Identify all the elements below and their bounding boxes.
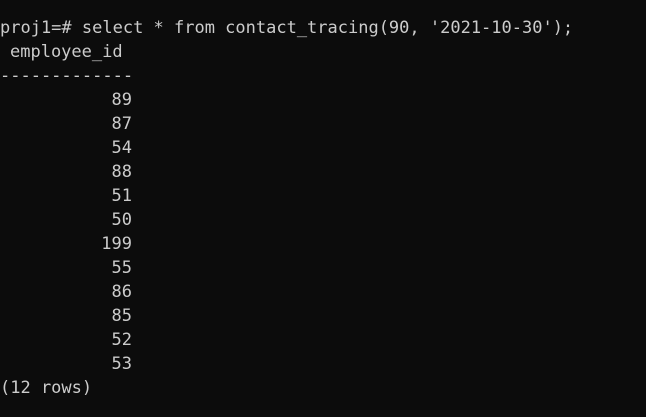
column-header: employee_id xyxy=(10,42,123,62)
table-row: 88 xyxy=(111,162,132,182)
table-row: 52 xyxy=(111,330,132,350)
table-row: 54 xyxy=(111,138,132,158)
table-row: 50 xyxy=(111,210,132,230)
table-row: 86 xyxy=(111,282,132,302)
sql-command: select * from contact_tracing(90, '2021-… xyxy=(71,18,574,38)
result-rows: 89 87 54 88 51 50 199 55 86 85 52 53 xyxy=(0,88,646,376)
table-row: 199 xyxy=(101,234,132,254)
header-separator: ------------- xyxy=(0,66,134,86)
terminal-window[interactable]: proj1=# select * from contact_tracing(90… xyxy=(0,0,646,417)
table-row: 87 xyxy=(111,114,132,134)
row-count: (12 rows) xyxy=(0,378,93,398)
shell-prompt: proj1=# xyxy=(0,18,72,38)
table-row: 89 xyxy=(111,90,132,110)
table-row: 51 xyxy=(111,186,132,206)
table-row: 55 xyxy=(111,258,132,278)
table-row: 53 xyxy=(111,354,132,374)
table-row: 85 xyxy=(111,306,132,326)
command-line: proj1=# select * from contact_tracing(90… xyxy=(0,16,646,40)
